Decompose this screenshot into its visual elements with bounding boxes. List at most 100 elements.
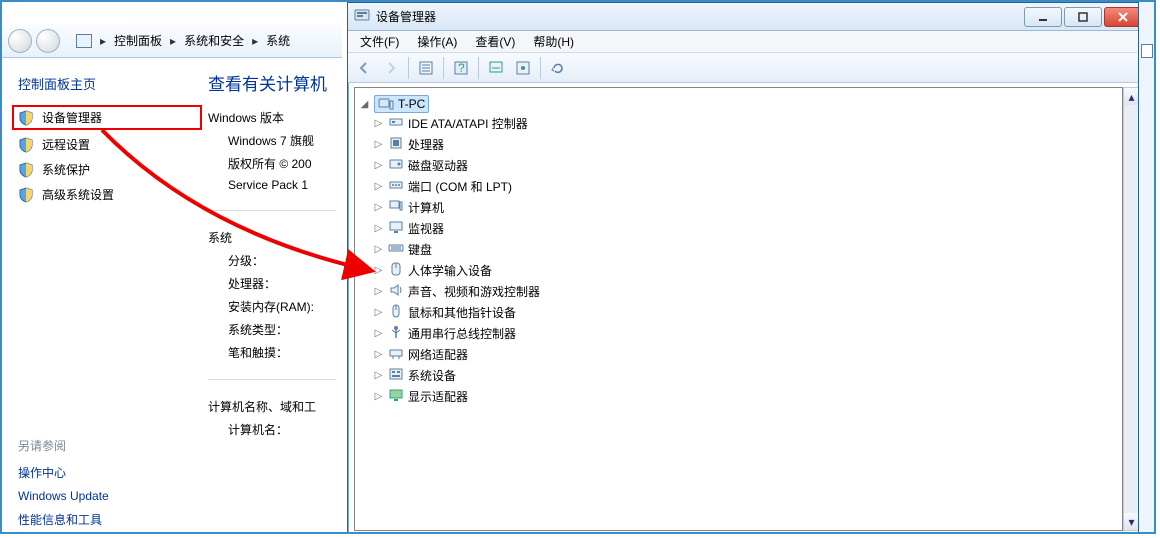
device-icon bbox=[388, 240, 404, 259]
expand-icon[interactable]: ▷ bbox=[373, 286, 384, 297]
toolbar-help-icon[interactable]: ? bbox=[449, 56, 473, 80]
search-icon[interactable] bbox=[1141, 44, 1153, 58]
minimize-button[interactable] bbox=[1024, 7, 1062, 27]
tree-node[interactable]: ▷ 键盘 bbox=[373, 239, 1118, 260]
expand-icon[interactable]: ▷ bbox=[373, 202, 384, 213]
section-label: 计算机名称、域和工 bbox=[208, 398, 336, 415]
tree-node-label: 显示适配器 bbox=[408, 388, 468, 405]
expand-icon[interactable]: ▷ bbox=[373, 139, 384, 150]
sidebar: 控制面板主页 设备管理器远程设置系统保护高级系统设置 另请参阅 操作中心 Win… bbox=[2, 58, 202, 524]
prop-row: 安装内存(RAM): bbox=[228, 298, 336, 315]
device-icon bbox=[388, 324, 404, 343]
expand-icon[interactable]: ▷ bbox=[373, 223, 384, 234]
address-icon bbox=[76, 34, 92, 48]
sidebar-item-0[interactable]: 设备管理器 bbox=[12, 105, 202, 130]
title-bar[interactable]: 设备管理器 bbox=[348, 3, 1144, 31]
tree-node[interactable]: ▷ IDE ATA/ATAPI 控制器 bbox=[373, 113, 1118, 134]
address-bar: ▸ 控制面板 ▸ 系统和安全 ▸ 系统 bbox=[2, 24, 342, 58]
toolbar-separator bbox=[443, 57, 444, 79]
back-button[interactable] bbox=[8, 29, 32, 53]
prop-row: 系统类型： bbox=[228, 321, 336, 338]
collapse-icon[interactable]: ◢ bbox=[359, 99, 370, 110]
breadcrumb[interactable]: 控制面板 bbox=[114, 32, 162, 49]
sidebar-item-3[interactable]: 高级系统设置 bbox=[12, 182, 202, 207]
scroll-track[interactable] bbox=[1124, 105, 1139, 513]
expand-icon[interactable]: ▷ bbox=[373, 265, 384, 276]
tree-node-label: 人体学输入设备 bbox=[408, 262, 492, 279]
tree-node[interactable]: ▷ 显示适配器 bbox=[373, 386, 1118, 407]
tree-node-label: 监视器 bbox=[408, 220, 444, 237]
toolbar-properties-icon[interactable] bbox=[511, 56, 535, 80]
prop-row: 分级： bbox=[228, 252, 336, 269]
tree-node[interactable]: ▷ 人体学输入设备 bbox=[373, 260, 1118, 281]
scroll-down-icon[interactable]: ▾ bbox=[1124, 513, 1139, 530]
tree-node[interactable]: ▷磁盘驱动器 bbox=[373, 155, 1118, 176]
see-also-link[interactable]: 性能信息和工具 bbox=[18, 507, 202, 532]
tree-node-label: 计算机 bbox=[408, 199, 444, 216]
device-icon bbox=[388, 366, 404, 385]
see-also-link[interactable]: 操作中心 bbox=[18, 460, 202, 485]
device-tree[interactable]: ◢ T-PC ▷ IDE ATA/ATAPI 控制器 ▷ 处理器 ▷磁盘驱动器▷端口 (… bbox=[354, 87, 1123, 531]
toolbar-detail-icon[interactable] bbox=[414, 56, 438, 80]
prop-row: 处理器： bbox=[228, 275, 336, 292]
expand-icon[interactable]: ▷ bbox=[373, 244, 384, 255]
tree-node[interactable]: ▷端口 (COM 和 LPT) bbox=[373, 176, 1118, 197]
see-also-link[interactable]: Windows Update bbox=[18, 485, 202, 507]
expand-icon[interactable]: ▷ bbox=[373, 181, 384, 192]
tree-node-label: 键盘 bbox=[408, 241, 432, 258]
tree-node[interactable]: ▷声音、视频和游戏控制器 bbox=[373, 281, 1118, 302]
control-panel-window: ▸ 控制面板 ▸ 系统和安全 ▸ 系统 控制面板主页 设备管理器远程设置系统保护… bbox=[2, 24, 342, 524]
tree-node-label: 处理器 bbox=[408, 136, 444, 153]
adjacent-window-edge bbox=[1138, 2, 1154, 532]
expand-icon[interactable]: ▷ bbox=[373, 370, 384, 381]
menu-view[interactable]: 查看(V) bbox=[467, 31, 523, 52]
svg-text:?: ? bbox=[458, 61, 465, 75]
sidebar-item-label: 高级系统设置 bbox=[42, 186, 114, 203]
close-button[interactable] bbox=[1104, 7, 1142, 27]
tree-node-label: 网络适配器 bbox=[408, 346, 468, 363]
breadcrumb[interactable]: 系统 bbox=[266, 32, 290, 49]
tree-node[interactable]: ▷鼠标和其他指针设备 bbox=[373, 302, 1118, 323]
app-icon bbox=[354, 7, 370, 26]
toolbar-back-icon[interactable] bbox=[352, 56, 376, 80]
sidebar-item-1[interactable]: 远程设置 bbox=[12, 132, 202, 157]
tree-node-label: IDE ATA/ATAPI 控制器 bbox=[408, 115, 528, 132]
device-icon bbox=[388, 282, 404, 301]
expand-icon[interactable]: ▷ bbox=[373, 307, 384, 318]
window-title: 设备管理器 bbox=[376, 8, 436, 25]
scroll-up-icon[interactable]: ▴ bbox=[1124, 88, 1139, 105]
menu-file[interactable]: 文件(F) bbox=[352, 31, 407, 52]
expand-icon[interactable]: ▷ bbox=[373, 391, 384, 402]
control-panel-home-link[interactable]: 控制面板主页 bbox=[18, 74, 202, 93]
tree-node[interactable]: ▷ 网络适配器 bbox=[373, 344, 1118, 365]
expand-icon[interactable]: ▷ bbox=[373, 349, 384, 360]
tree-node[interactable]: ▷系统设备 bbox=[373, 365, 1118, 386]
expand-icon[interactable]: ▷ bbox=[373, 118, 384, 129]
tree-root[interactable]: ◢ T-PC bbox=[359, 95, 1118, 113]
toolbar-refresh-icon[interactable] bbox=[546, 56, 570, 80]
forward-button[interactable] bbox=[36, 29, 60, 53]
tree-node[interactable]: ▷ 监视器 bbox=[373, 218, 1118, 239]
sidebar-item-2[interactable]: 系统保护 bbox=[12, 157, 202, 182]
prop-row: 计算机名： bbox=[228, 421, 336, 438]
tree-node[interactable]: ▷ 计算机 bbox=[373, 197, 1118, 218]
expand-icon[interactable]: ▷ bbox=[373, 160, 384, 171]
sidebar-item-label: 设备管理器 bbox=[42, 109, 102, 126]
device-icon bbox=[388, 198, 404, 217]
expand-icon[interactable]: ▷ bbox=[373, 328, 384, 339]
device-icon bbox=[388, 387, 404, 406]
device-icon bbox=[388, 219, 404, 238]
toolbar-forward-icon[interactable] bbox=[379, 56, 403, 80]
device-icon bbox=[388, 114, 404, 133]
maximize-button[interactable] bbox=[1064, 7, 1102, 27]
menu-action[interactable]: 操作(A) bbox=[409, 31, 465, 52]
section-label: Windows 版本 bbox=[208, 109, 336, 126]
toolbar-scan-icon[interactable] bbox=[484, 56, 508, 80]
chevron-right-icon: ▸ bbox=[252, 34, 258, 48]
tree-node[interactable]: ▷ 处理器 bbox=[373, 134, 1118, 155]
toolbar-separator bbox=[540, 57, 541, 79]
menu-help[interactable]: 帮助(H) bbox=[525, 31, 582, 52]
breadcrumb[interactable]: 系统和安全 bbox=[184, 32, 244, 49]
edition-line: Windows 7 旗舰 bbox=[228, 132, 336, 149]
tree-node[interactable]: ▷通用串行总线控制器 bbox=[373, 323, 1118, 344]
